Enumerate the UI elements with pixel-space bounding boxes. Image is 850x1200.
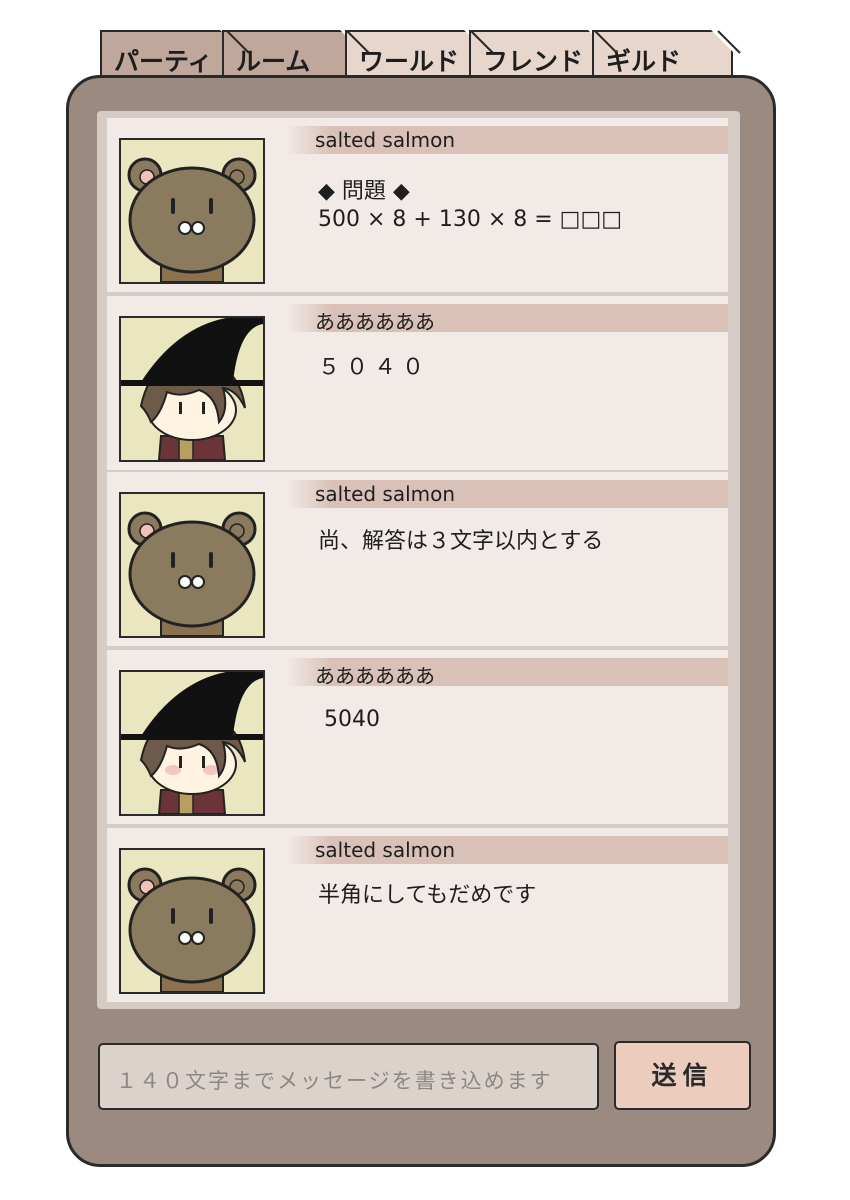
message-text: ◆ 問題 ◆: [318, 179, 410, 204]
send-button[interactable]: 送信: [614, 1041, 751, 1110]
sender-name: ああああああ: [315, 664, 435, 688]
message-item: ああああああ ５０４０: [107, 296, 728, 470]
bear-avatar-icon[interactable]: [119, 492, 265, 638]
sender-name: salted salmon: [315, 128, 456, 152]
message-text: 500 × 8 + 130 × 8 = □□□: [318, 207, 623, 232]
witch-hat-avatar-icon[interactable]: [119, 670, 265, 816]
message-input[interactable]: １４０文字までメッセージを書き込めます: [98, 1043, 599, 1110]
tab-party[interactable]: パーティ: [100, 30, 242, 80]
bear-avatar-icon[interactable]: [119, 138, 265, 284]
message-item: salted salmon ◆ 問題 ◆ 500 × 8 + 130 × 8 =…: [107, 118, 728, 292]
sender-name: ああああああ: [315, 310, 435, 334]
sender-name: salted salmon: [315, 838, 456, 862]
message-text: 尚、解答は３文字以内とする: [318, 529, 604, 554]
message-text: 半角にしてもだめです: [318, 883, 537, 908]
message-item: salted salmon 半角にしてもだめです: [107, 828, 728, 1002]
bear-avatar-icon[interactable]: [119, 848, 265, 994]
message-item: ああああああ 5040: [107, 650, 728, 824]
message-item: salted salmon 尚、解答は３文字以内とする: [107, 472, 728, 646]
message-text: 5040: [324, 707, 380, 732]
message-text: ５０４０: [318, 355, 431, 380]
sender-name: salted salmon: [315, 482, 456, 506]
witch-hat-avatar-icon[interactable]: [119, 316, 265, 462]
